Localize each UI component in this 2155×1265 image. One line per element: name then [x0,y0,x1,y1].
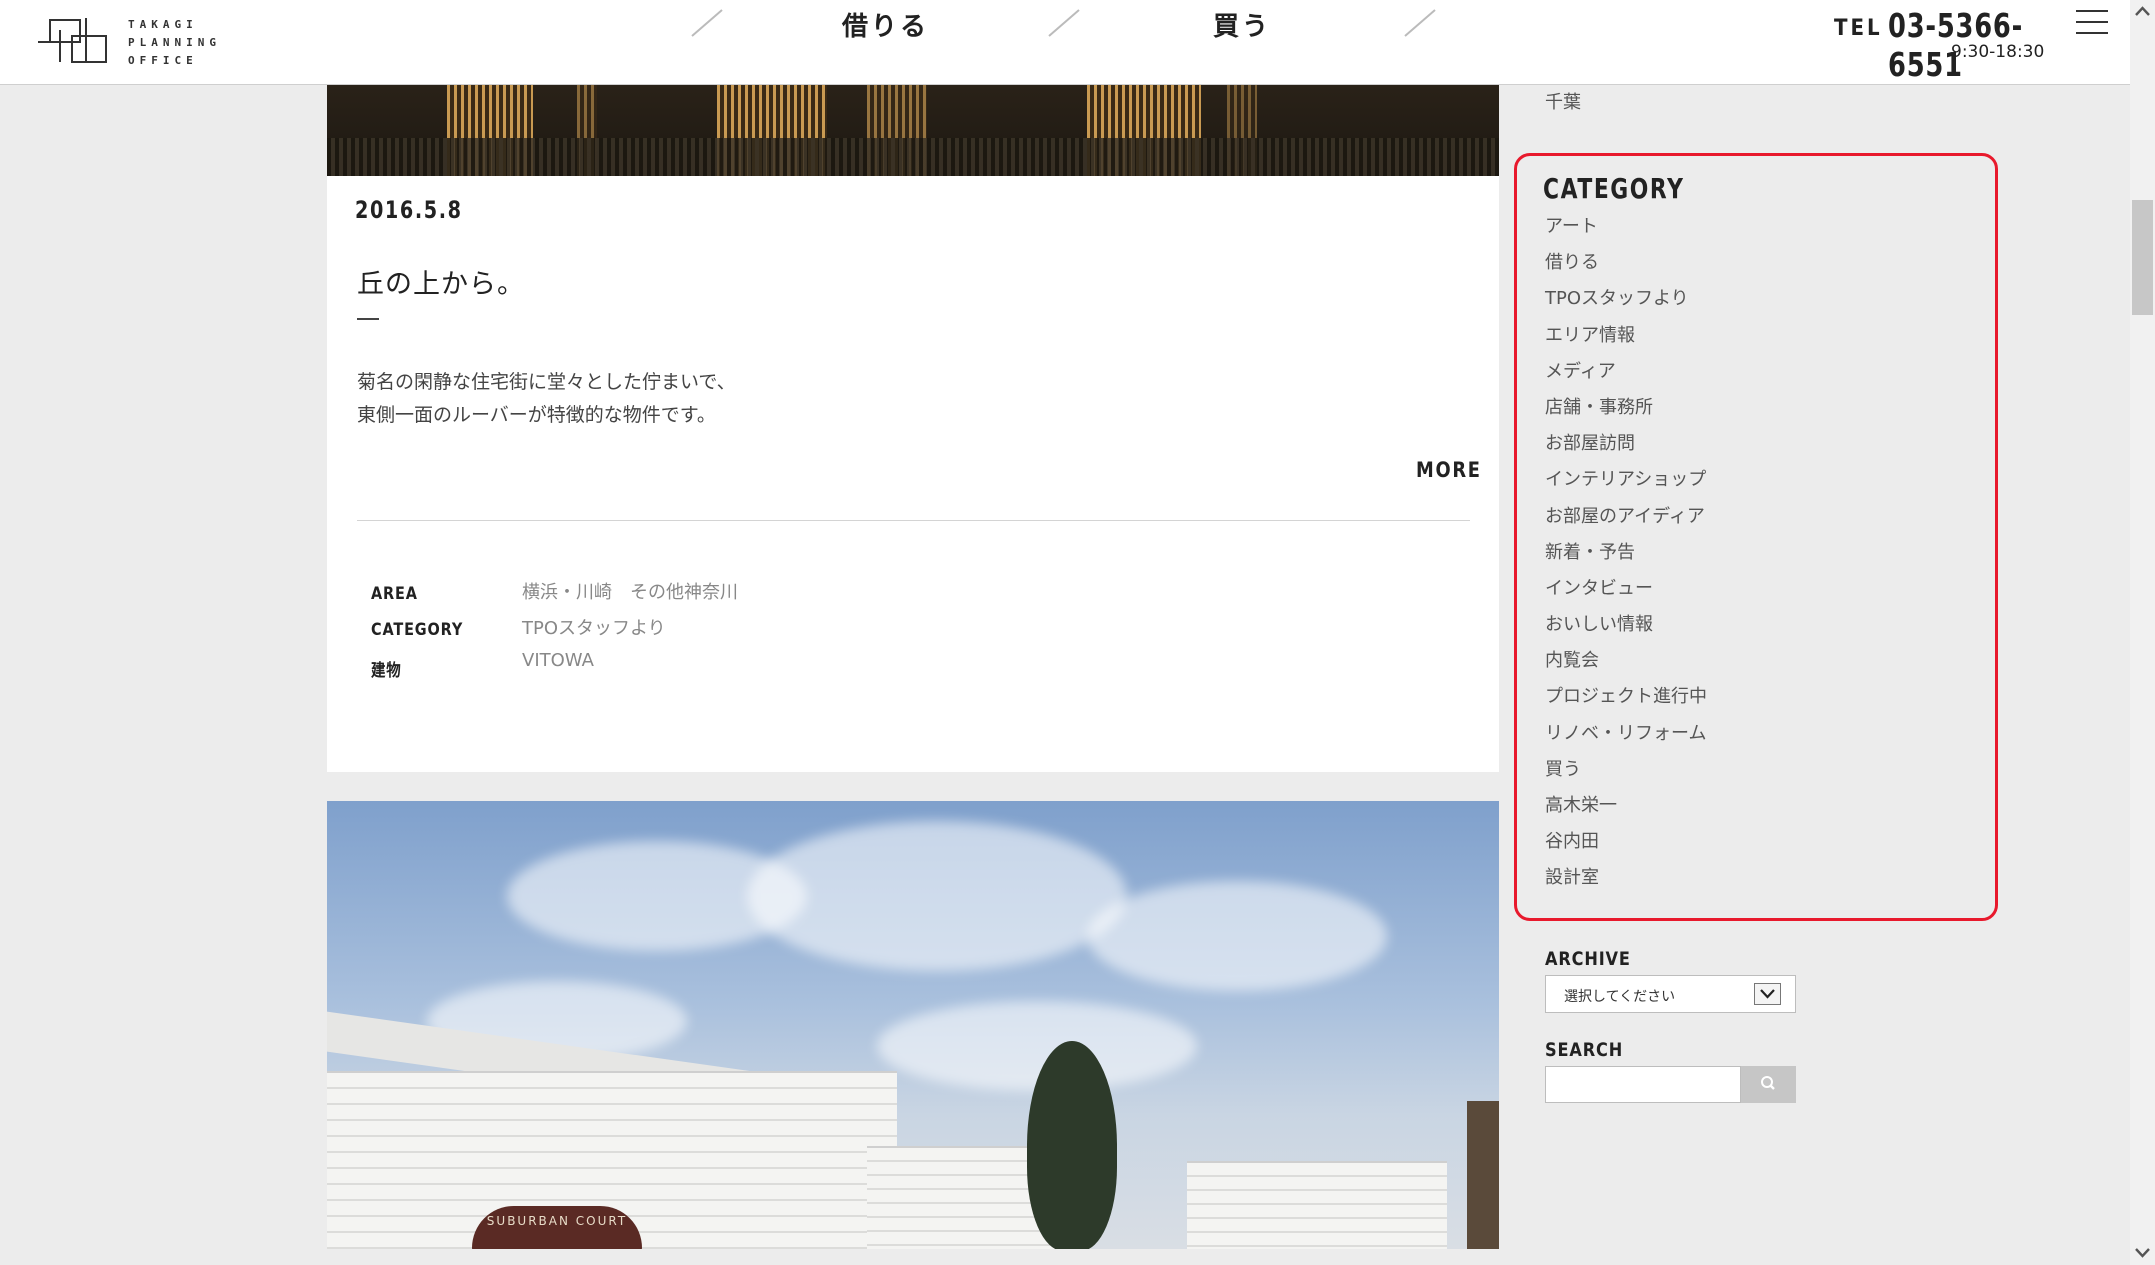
logo-text-line: OFFICE [128,54,198,67]
sign-text: SUBURBAN COURT [486,1214,628,1228]
excerpt-line: 菊名の閑静な住宅街に堂々とした佇まいで、 [357,371,736,393]
meta-value-category[interactable]: TPOスタッフより [522,614,666,640]
meta-value-area[interactable]: 横浜・川崎 その他神奈川 [522,578,738,604]
category-item[interactable]: アート [1545,212,1707,248]
nav-divider-icon [1048,9,1080,37]
scroll-up-arrow-icon[interactable] [2130,0,2155,25]
excerpt-line: 東側一面のルーバーが特徴的な物件です。 [357,404,716,426]
search-button[interactable] [1741,1066,1796,1103]
category-item[interactable]: お部屋のアイディア [1545,502,1707,538]
chevron-down-icon[interactable] [1754,983,1781,1005]
article-photo[interactable] [327,84,1499,176]
search-icon [1761,1076,1775,1090]
logo-text-line: PLANNING [128,36,221,49]
logo-text-line: TAKAGI [128,18,198,31]
scrollbar-thumb[interactable] [2132,200,2153,315]
sidebar-area-item[interactable]: 千葉 [1545,88,1581,114]
category-item[interactable]: お部屋訪問 [1545,429,1707,465]
category-item[interactable]: TPOスタッフより [1545,284,1707,320]
category-item[interactable]: 店舗・事務所 [1545,393,1707,429]
meta-key-area: AREA [371,584,418,604]
logo-mark-icon [38,18,107,63]
category-item[interactable]: 高木栄一 [1545,791,1707,827]
nav-item-buy[interactable]: 買う [1213,6,1271,43]
category-item[interactable]: プロジェクト進行中 [1545,682,1707,718]
article-card: 2016.5.8 丘の上から。 菊名の閑静な住宅街に堂々とした佇まいで、 東側一… [327,84,1499,772]
nav-divider-icon [691,9,723,37]
category-list: アート 借りる TPOスタッフより エリア情報 メディア 店舗・事務所 お部屋訪… [1545,212,1707,900]
scroll-down-arrow-icon[interactable] [2130,1240,2155,1265]
building-sign: SUBURBAN COURT [472,1206,642,1249]
title-divider [357,318,379,320]
site-header: TAKAGI PLANNING OFFICE 借りる 買う TEL 03-536… [0,0,2130,85]
category-item[interactable]: 設計室 [1545,863,1707,899]
category-item[interactable]: おいしい情報 [1545,610,1707,646]
article-excerpt: 菊名の閑静な住宅街に堂々とした佇まいで、 東側一面のルーバーが特徴的な物件です。 [357,366,736,432]
category-item[interactable]: インテリアショップ [1545,465,1707,501]
nav-item-rent[interactable]: 借りる [842,6,929,43]
category-heading: CATEGORY [1543,172,1685,205]
meta-key-building: 建物 [371,661,402,681]
category-item[interactable]: インタビュー [1545,574,1707,610]
nav-divider-icon [1404,9,1436,37]
second-article-photo[interactable]: SUBURBAN COURT [327,801,1499,1249]
card-divider [357,520,1470,521]
category-item[interactable]: 内覧会 [1545,646,1707,682]
archive-select[interactable]: 選択してください [1545,975,1796,1013]
search-heading: SEARCH [1545,1039,1624,1061]
meta-value-building[interactable]: VITOWA [522,650,594,671]
site-logo[interactable]: TAKAGI PLANNING OFFICE [36,16,216,68]
article-title[interactable]: 丘の上から。 [357,262,525,301]
hamburger-menu-icon[interactable] [2076,10,2108,36]
tel-label: TEL [1834,16,1883,41]
category-item[interactable]: リノベ・リフォーム [1545,719,1707,755]
archive-heading: ARCHIVE [1545,948,1631,970]
article-date: 2016.5.8 [355,196,463,224]
category-item[interactable]: 借りる [1545,248,1707,284]
category-item[interactable]: エリア情報 [1545,321,1707,357]
page-scrollbar[interactable] [2130,0,2155,1265]
archive-selected-value: 選択してください [1564,989,1676,1005]
logo-text: TAKAGI PLANNING OFFICE [128,16,221,70]
category-item[interactable]: 買う [1545,755,1707,791]
business-hours: 9:30-18:30 [1951,42,2045,62]
meta-key-category: CATEGORY [371,620,464,640]
category-item[interactable]: 谷内田 [1545,827,1707,863]
category-item[interactable]: メディア [1545,357,1707,393]
search-input[interactable] [1545,1066,1741,1103]
category-item[interactable]: 新着・予告 [1545,538,1707,574]
more-link[interactable]: MORE [1416,458,1482,482]
